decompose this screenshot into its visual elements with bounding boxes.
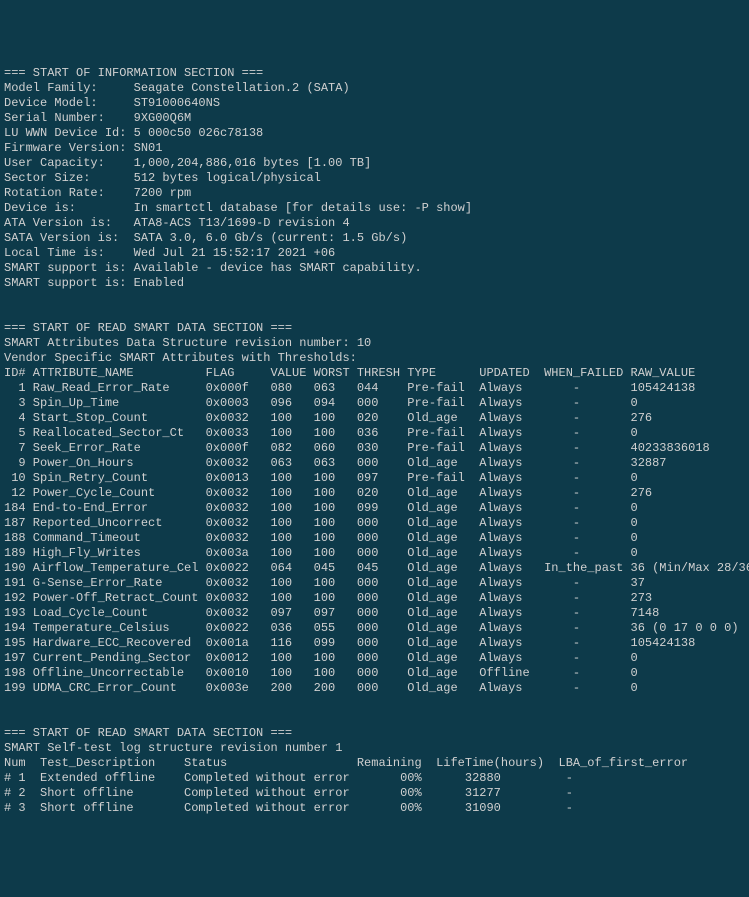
terminal-output: === START OF INFORMATION SECTION === Mod… <box>4 66 745 816</box>
